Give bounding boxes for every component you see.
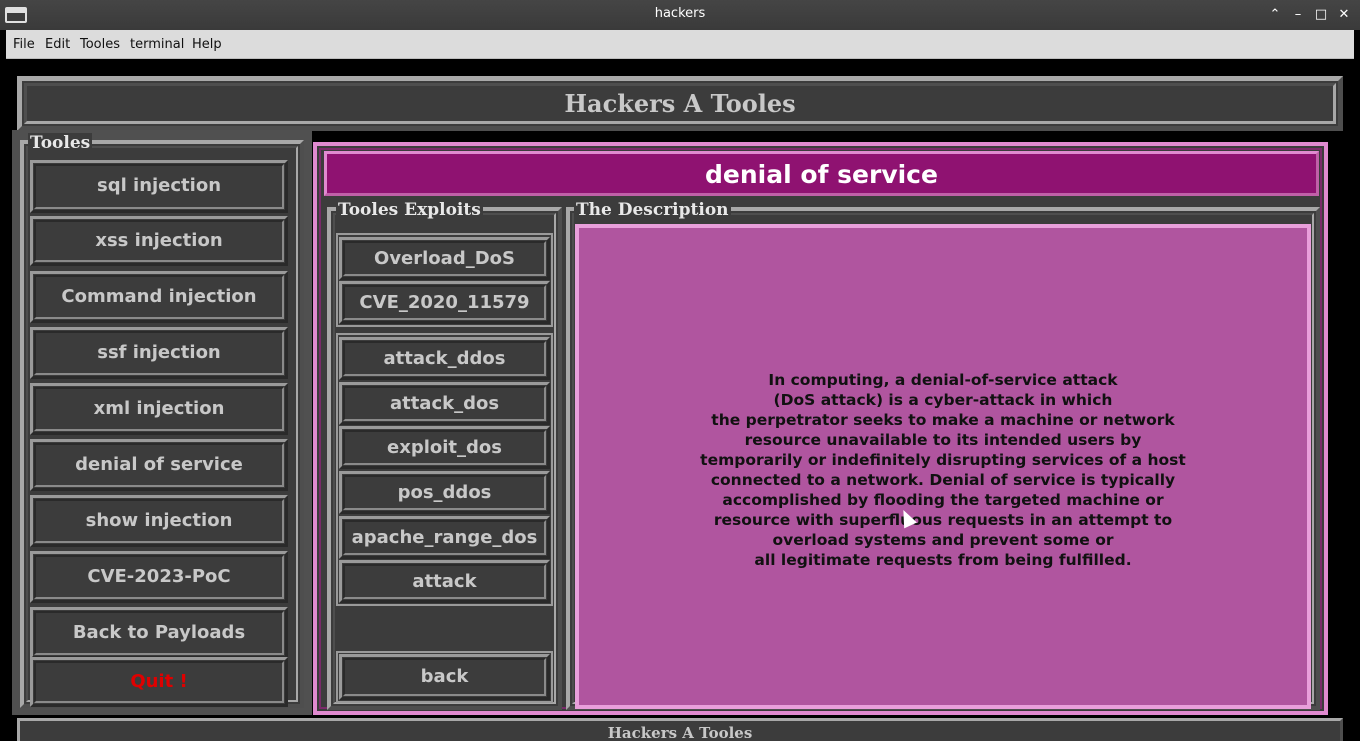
description-legend: The Description [574,200,731,220]
app-header: Hackers A Tooles [17,76,1343,131]
back-button[interactable]: back [339,654,550,700]
overload-dos-button[interactable]: Overload_DoS [339,237,550,280]
description-line: resource with superfluous requests in an… [713,511,1173,529]
apache-range-dos-button[interactable]: apache_range_dos [339,516,550,559]
exploits-legend: Tooles Exploits [336,200,483,220]
command-injection-button[interactable]: Command injection [30,271,288,323]
status-bar: Hackers A Tooles [17,718,1343,741]
description-line: temporarily or indefinitely disrupting s… [700,451,1186,469]
menu-help[interactable]: Help [192,37,222,52]
description-line: connected to a network. Denial of servic… [710,471,1176,489]
pos-ddos-button[interactable]: pos_ddos [339,471,550,514]
description-line: all legitimate requests from being fulfi… [754,551,1132,569]
menu-bar: File Edit Tooles terminal Help [6,30,1354,59]
menu-edit[interactable]: Edit [45,37,70,52]
sql-injection-button[interactable]: sql injection [30,160,288,213]
description-line: the perpetrator seeks to make a machine … [711,411,1175,429]
minimize-icon[interactable]: – [1288,5,1308,25]
status-text: Hackers A Tooles [607,724,753,741]
window-title: hackers [654,6,706,21]
cve-2020-11579-button[interactable]: CVE_2020_11579 [339,281,550,324]
description-line: overload systems and prevent some or [772,531,1114,549]
menu-tooles[interactable]: Tooles [80,37,120,52]
xss-injection-button[interactable]: xss injection [30,216,288,266]
maximize-up-icon[interactable]: ⌃ [1265,5,1285,25]
description-text: In computing, a denial-of-service attack… [579,370,1307,570]
panel-title-bar: denial of service [324,151,1319,196]
restore-icon[interactable]: □ [1311,5,1331,25]
menu-file[interactable]: File [13,37,35,52]
window-title-bar: hackers ⌃ – □ ✕ [0,0,1360,30]
tooles-legend: Tooles [28,133,93,153]
description-line: In computing, a denial-of-service attack [768,371,1118,389]
description-line: resource unavailable to its intended use… [744,431,1142,449]
description-line: accomplished by flooding the targeted ma… [722,491,1164,509]
show-injection-button[interactable]: show injection [30,495,288,547]
ssf-injection-button[interactable]: ssf injection [30,327,288,379]
description-line: (DoS attack) is a cyber-attack in which [773,391,1113,409]
description-box: In computing, a denial-of-service attack… [575,224,1311,709]
cve-2023-poc-button[interactable]: CVE-2023-PoC [30,551,288,603]
app-header-title: Hackers A Tooles [564,89,796,118]
attack-ddos-button[interactable]: attack_ddos [339,337,550,380]
attack-dos-button[interactable]: attack_dos [339,382,550,425]
denial-of-service-button[interactable]: denial of service [30,439,288,491]
quit-button[interactable]: Quit ! [30,657,288,707]
exploit-dos-button[interactable]: exploit_dos [339,426,550,469]
menu-terminal[interactable]: terminal [130,37,184,52]
panel-title: denial of service [705,160,938,189]
close-icon[interactable]: ✕ [1334,5,1354,25]
xml-injection-button[interactable]: xml injection [30,383,288,435]
back-to-payloads-button[interactable]: Back to Payloads [30,607,288,659]
attack-button[interactable]: attack [339,560,550,603]
